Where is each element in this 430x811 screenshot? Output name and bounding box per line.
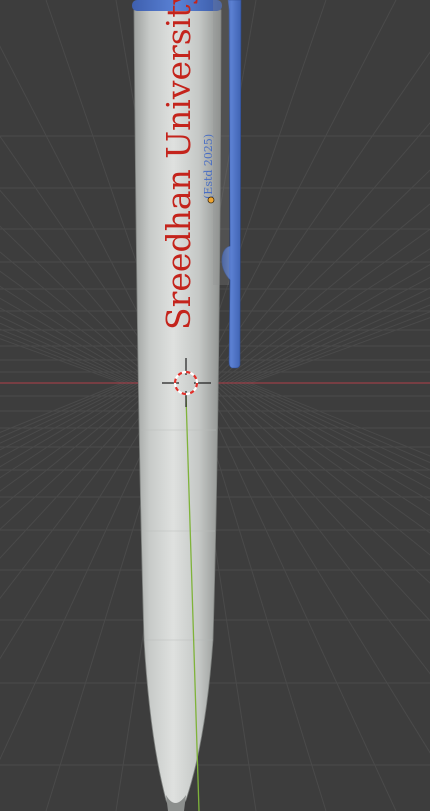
grid-line bbox=[0, 297, 147, 384]
grid-line bbox=[233, 287, 430, 384]
grid-line bbox=[241, 304, 430, 384]
engraving-title: Sreedhan University bbox=[159, 0, 198, 330]
clip-shadow bbox=[213, 0, 229, 285]
grid-line bbox=[249, 317, 430, 384]
grid-line bbox=[221, 248, 430, 384]
grid-line bbox=[217, 228, 430, 384]
3d-viewport[interactable]: Sreedhan University (Estd 2025) bbox=[0, 0, 430, 811]
grid-line bbox=[225, 264, 430, 384]
grid-line bbox=[209, 169, 430, 384]
viewport-scene[interactable]: Sreedhan University (Estd 2025) bbox=[0, 0, 430, 811]
object-origin-icon[interactable] bbox=[207, 196, 215, 204]
grid-line bbox=[0, 315, 139, 384]
grid-line bbox=[0, 307, 143, 384]
engraving-subtitle: (Estd 2025) bbox=[202, 134, 215, 199]
